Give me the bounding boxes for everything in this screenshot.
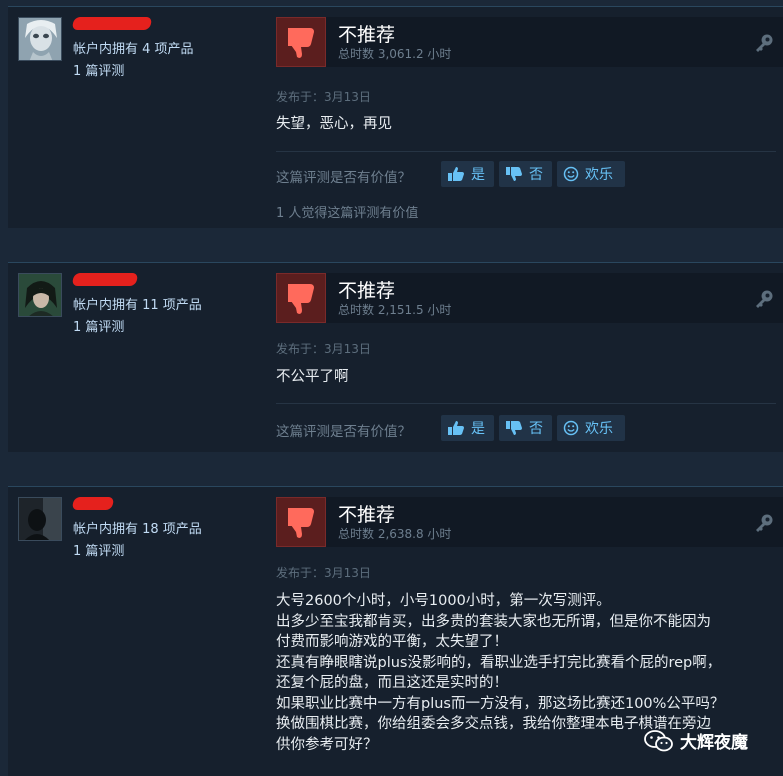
review-count[interactable]: 1 篇评测 (73, 540, 124, 559)
review-line: 大号2600个小时，小号1000小时，第一次写测评。 (276, 593, 611, 609)
author-name-redacted[interactable] (71, 273, 139, 286)
review-content: 失望，恶心，再见 (276, 114, 771, 135)
author-name-redacted[interactable] (71, 17, 153, 30)
vote-no-label: 否 (529, 167, 543, 183)
divider (276, 151, 776, 152)
playtime-hours: 总时数 2,151.5 小时 (338, 303, 452, 317)
author-name-redacted[interactable] (71, 497, 115, 510)
owned-products-count: 帐户内拥有 18 项产品 (73, 522, 202, 537)
vote-funny-button[interactable]: 欢乐 (557, 161, 625, 187)
vote-yes-label: 是 (471, 167, 485, 183)
divider (276, 403, 776, 404)
vote-header[interactable]: 不推荐 总时数 3,061.2 小时 (276, 17, 783, 67)
posted-date: 发布于：3月13日 (276, 342, 371, 356)
review-line: 还真有睁眼瞎说plus没影响的，看职业选手打完比赛看个屁的rep啊， (276, 654, 722, 671)
vote-funny-button[interactable]: 欢乐 (557, 415, 625, 441)
vote-funny-label: 欢乐 (585, 167, 613, 183)
thumbs-down-icon (276, 273, 326, 323)
helpful-vote-row: 这篇评测是否有价值？ 是 否 欢乐 (276, 161, 776, 187)
vote-header[interactable]: 不推荐 总时数 2,638.8 小时 (276, 497, 783, 547)
vote-funny-label: 欢乐 (585, 421, 613, 437)
recommendation-title: 不推荐 (338, 24, 396, 46)
review-line: 还复个屁的盘，而且这还是实时的！ (276, 675, 508, 691)
avatar[interactable] (18, 17, 62, 61)
recommendation-title: 不推荐 (338, 280, 396, 302)
playtime-hours: 总时数 2,638.8 小时 (338, 527, 452, 541)
review-card: 帐户内拥有 4 项产品 1 篇评测 不推荐 总时数 3,061.2 小时 发布于… (8, 6, 783, 228)
helpful-question: 这篇评测是否有价值？ (276, 424, 411, 440)
wechat-watermark: 大辉夜魔 (644, 728, 748, 753)
thumbs-down-icon (276, 17, 326, 67)
vote-yes-label: 是 (471, 421, 485, 437)
review-content: 不公平了啊 (276, 367, 771, 388)
review-line: 付费而影响游戏的平衡，太失望了！ (276, 634, 508, 650)
thumbs-up-icon (448, 167, 464, 181)
thumbs-down-icon (506, 167, 522, 181)
thumbs-down-icon (506, 421, 522, 435)
avatar[interactable] (18, 273, 62, 317)
playtime-hours: 总时数 3,061.2 小时 (338, 47, 452, 61)
owned-products-count: 帐户内拥有 11 项产品 (73, 298, 202, 313)
review-count[interactable]: 1 篇评测 (73, 316, 124, 335)
vote-no-button[interactable]: 否 (499, 161, 552, 187)
owned-products-count: 帐户内拥有 4 项产品 (73, 42, 194, 57)
review-card: 帐户内拥有 11 项产品 1 篇评测 不推荐 总时数 2,151.5 小时 发布… (8, 262, 783, 452)
vote-no-button[interactable]: 否 (499, 415, 552, 441)
key-icon (756, 514, 773, 532)
found-helpful-count: 1 人觉得这篇评测有价值 (276, 206, 419, 221)
posted-date: 发布于：3月13日 (276, 90, 371, 104)
smiley-icon (563, 166, 579, 182)
helpful-vote-row: 这篇评测是否有价值？ 是 否 欢乐 (276, 415, 776, 441)
review-count[interactable]: 1 篇评测 (73, 60, 124, 79)
vote-header[interactable]: 不推荐 总时数 2,151.5 小时 (276, 273, 783, 323)
review-line: 失望，恶心，再见 (276, 116, 392, 132)
helpful-question: 这篇评测是否有价值？ (276, 170, 411, 186)
review-line: 不公平了啊 (276, 369, 349, 385)
review-line: 如果职业比赛中一方有plus而一方没有，那这场比赛还100%公平吗？ (276, 695, 725, 712)
vote-yes-button[interactable]: 是 (441, 161, 494, 187)
review-line: 出多少至宝我都肯买，出多贵的套装大家也无所谓，但是你不能因为 (276, 613, 711, 630)
watermark-text: 大辉夜魔 (680, 733, 748, 753)
recommendation-title: 不推荐 (338, 504, 396, 526)
posted-date: 发布于：3月13日 (276, 566, 371, 580)
vote-yes-button[interactable]: 是 (441, 415, 494, 441)
thumbs-down-icon (276, 497, 326, 547)
key-icon (756, 34, 773, 52)
thumbs-up-icon (448, 421, 464, 435)
vote-no-label: 否 (529, 421, 543, 437)
avatar[interactable] (18, 497, 62, 541)
smiley-icon (563, 420, 579, 436)
key-icon (756, 290, 773, 308)
wechat-icon (644, 729, 673, 751)
